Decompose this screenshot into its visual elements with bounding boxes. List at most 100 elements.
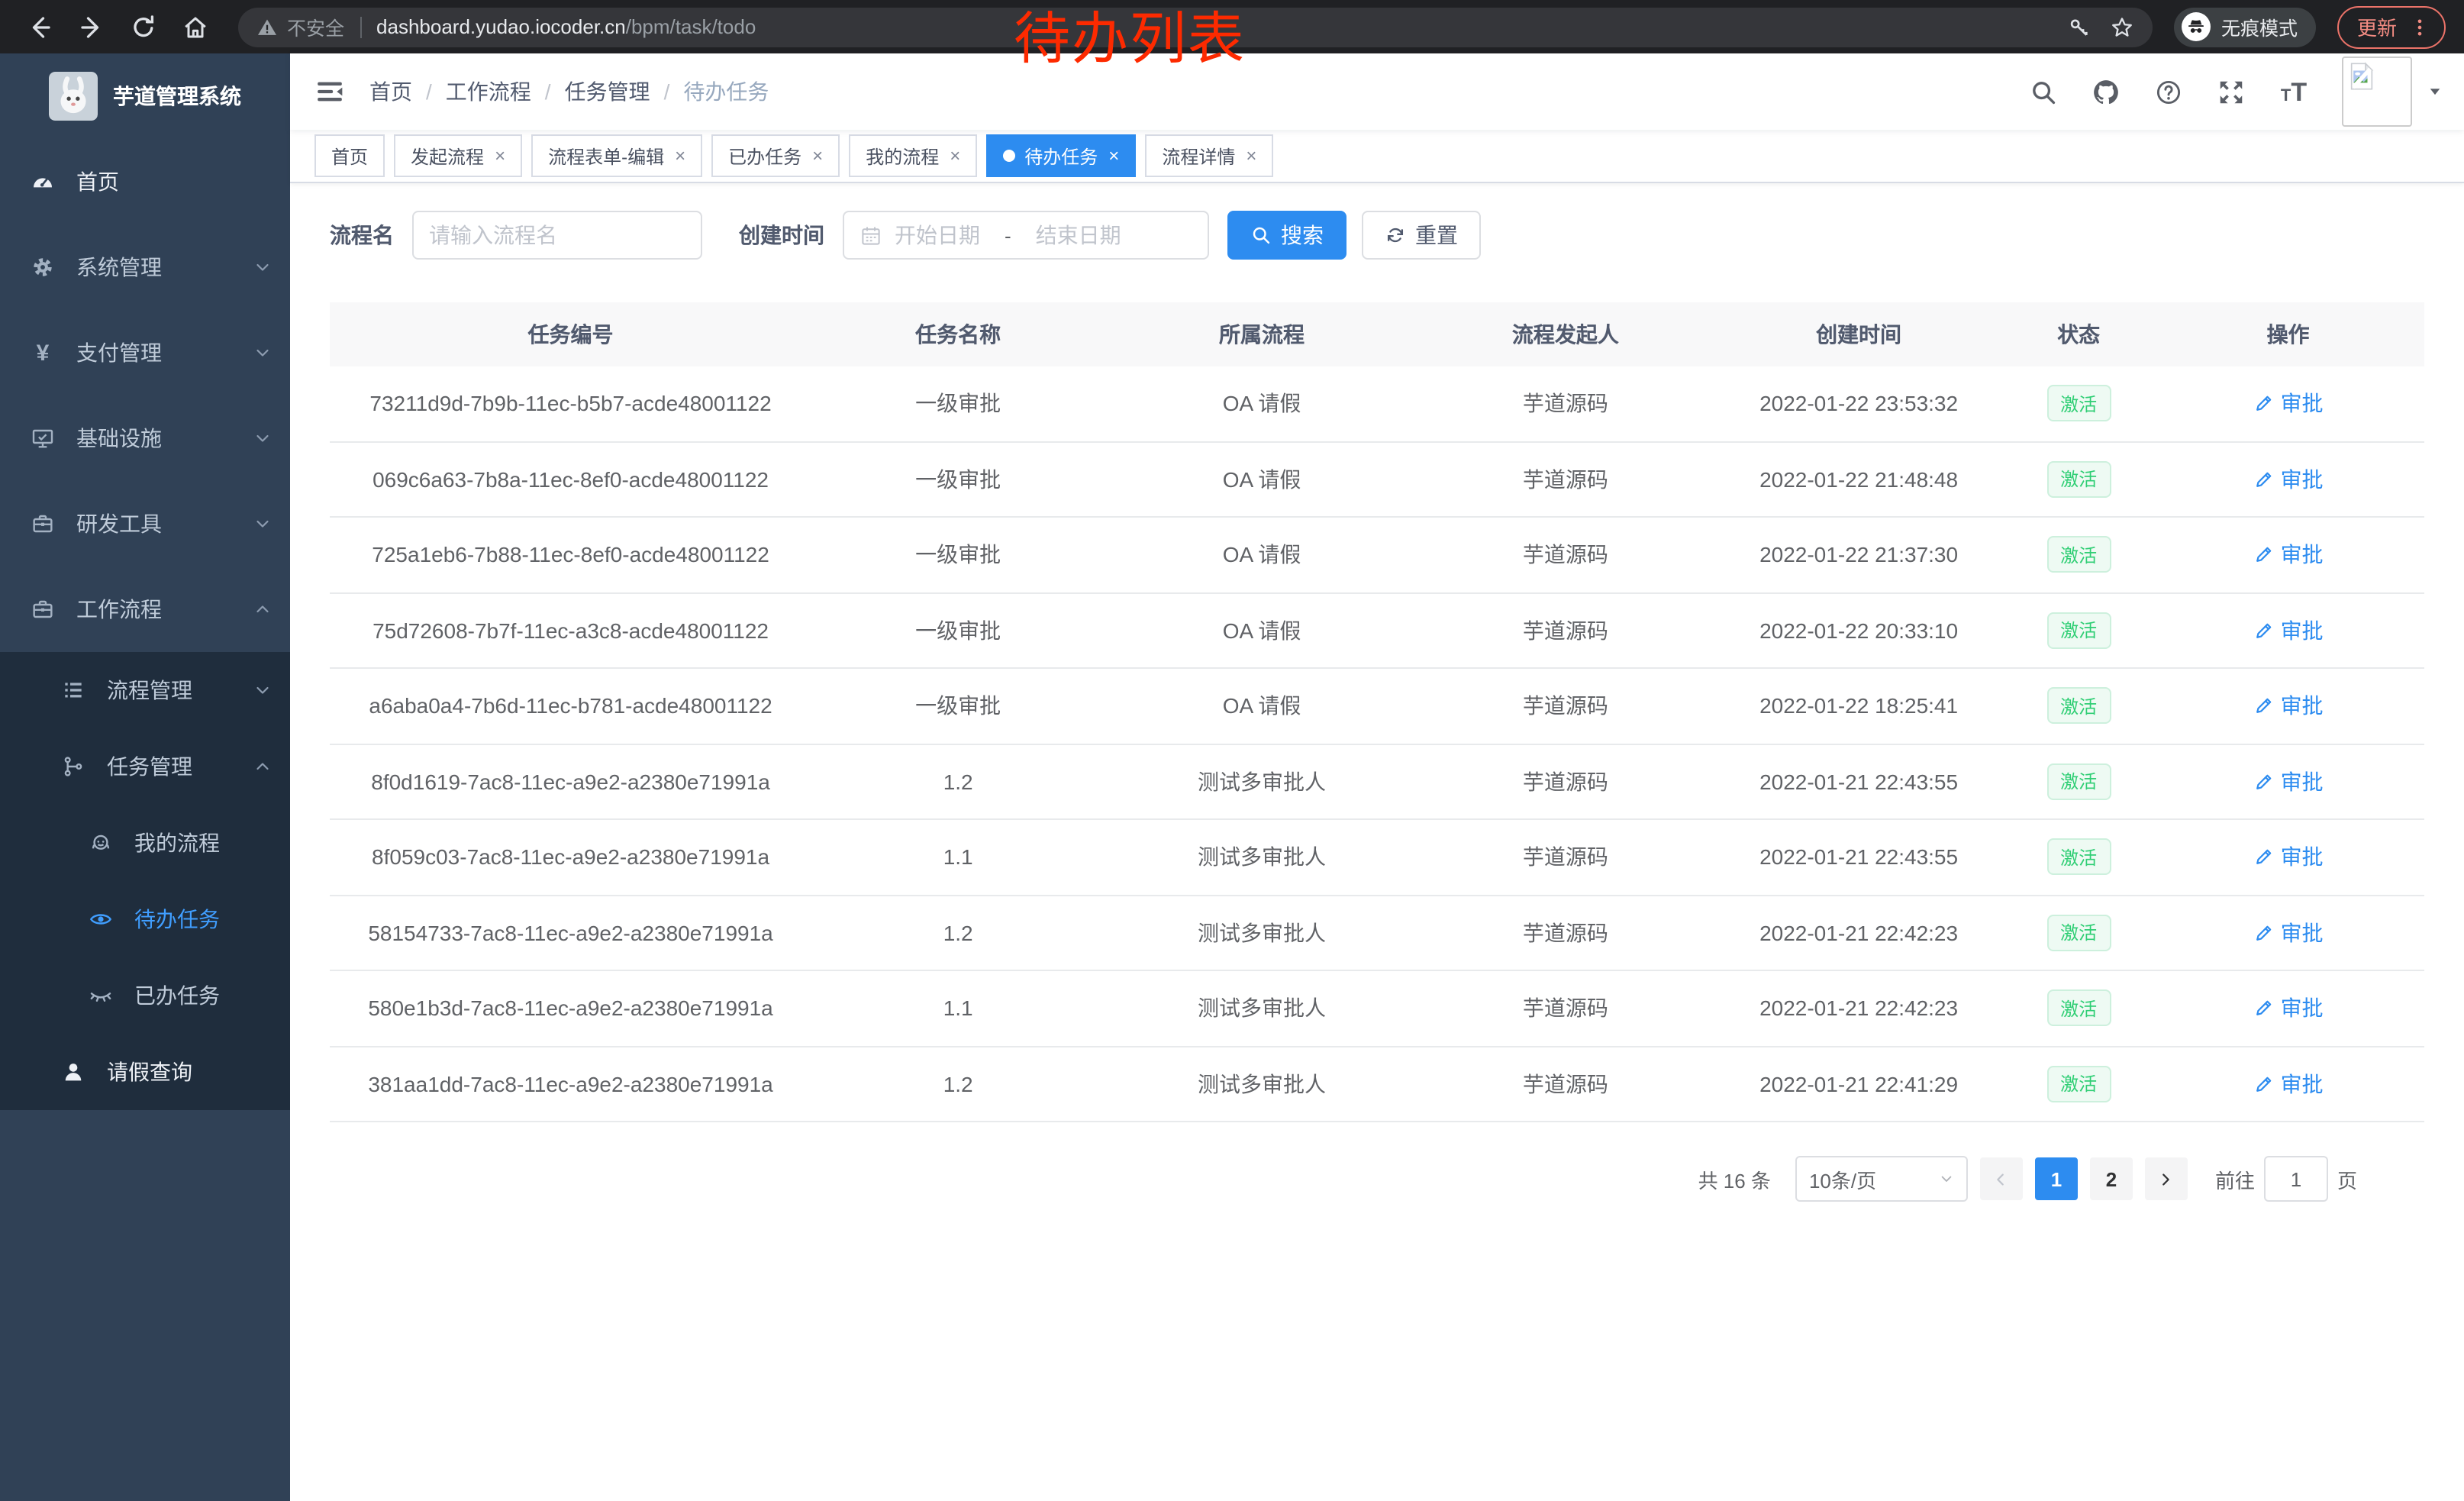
sidebar-item-system-management[interactable]: 系统管理 [0,224,290,310]
sidebar-item-infrastructure[interactable]: 基础设施 [0,395,290,481]
process-name-input[interactable]: 请输入流程名 [412,211,702,260]
fullscreen-icon[interactable] [2217,77,2246,106]
sidebar-item-todo-tasks[interactable]: 待办任务 [0,881,290,957]
key-icon[interactable] [2067,15,2091,39]
security-label[interactable]: 不安全 [287,12,344,41]
approve-link[interactable]: 审批 [2253,389,2324,419]
approve-link[interactable]: 审批 [2253,842,2324,873]
tab-label: 流程表单-编辑 [548,143,664,169]
url-text[interactable]: dashboard.yudao.iocoder.cn/bpm/task/todo [376,15,756,38]
fontsize-icon[interactable]: TT [2279,77,2308,106]
tab-todo-tasks[interactable]: 待办任务 × [986,134,1136,177]
table-row: 580e1b3d-7ac8-11ec-a9e2-a2380e71991a1.1测… [330,970,2424,1045]
close-icon[interactable]: × [495,147,505,165]
sidebar-item-label: 首页 [76,166,119,197]
search-icon[interactable] [2029,77,2058,106]
hamburger-icon[interactable] [314,76,345,107]
sidebar-item-leave-query[interactable]: 请假查询 [0,1034,290,1110]
page-size-value: 10条/页 [1809,1164,1876,1193]
tab-label: 待办任务 [1024,143,1098,169]
sidebar-item-process-management[interactable]: 流程管理 [0,652,290,728]
cell-starter: 芋道源码 [1419,842,1712,873]
cell-status: 激活 [2005,990,2152,1027]
sidebar-logo[interactable]: 芋道管理系统 [0,53,290,139]
cell-starter: 芋道源码 [1419,767,1712,797]
more-vertical-icon[interactable] [2409,16,2430,37]
sidebar-item-label: 支付管理 [76,337,162,368]
sidebar-item-my-process[interactable]: 我的流程 [0,805,290,881]
approve-link[interactable]: 审批 [2253,464,2324,495]
breadcrumb-item[interactable]: 任务管理 [565,76,650,107]
tab-label: 已办任务 [728,143,801,169]
close-icon[interactable]: × [950,147,960,165]
briefcase-icon [31,512,55,536]
close-icon[interactable]: × [812,147,823,165]
tab-done-tasks[interactable]: 已办任务 × [711,134,840,177]
approve-link[interactable]: 审批 [2253,540,2324,570]
cell-starter: 芋道源码 [1419,540,1712,570]
approve-link[interactable]: 审批 [2253,767,2324,797]
tab-process-detail[interactable]: 流程详情× [1145,134,1273,177]
page-button-1[interactable]: 1 [2035,1157,2078,1200]
column-header: 创建时间 [1712,319,2005,350]
breadcrumb-item[interactable]: 首页 [369,76,412,107]
next-page-button[interactable] [2145,1157,2188,1200]
cell-status: 激活 [2005,461,2152,498]
reset-button[interactable]: 重置 [1362,211,1481,260]
sidebar-item-payment-management[interactable]: ¥支付管理 [0,310,290,395]
home-icon[interactable] [182,13,209,40]
close-icon[interactable]: × [675,147,685,165]
cell-create-time: 2022-01-22 18:25:41 [1712,694,2005,718]
search-button[interactable]: 搜索 [1227,211,1346,260]
cell-process: OA 请假 [1105,389,1419,419]
breadcrumb-item[interactable]: 工作流程 [446,76,531,107]
sidebar-item-label: 请假查询 [107,1057,192,1087]
forward-icon[interactable] [78,13,105,40]
edit-icon [2253,847,2275,868]
sidebar-item-done-tasks[interactable]: 已办任务 [0,957,290,1034]
address-divider [360,16,361,37]
page-size-select[interactable]: 10条/页 [1795,1156,1968,1202]
date-range-input[interactable]: 开始日期 - 结束日期 [843,211,1209,260]
chevron-down-icon [253,681,272,699]
sidebar-item-dev-tools[interactable]: 研发工具 [0,481,290,567]
cell-task-name: 一级审批 [811,464,1105,495]
tab-my-process[interactable]: 我的流程× [849,134,977,177]
tab-start-process[interactable]: 发起流程× [394,134,522,177]
chevron-up-icon [253,600,272,618]
sidebar-item-task-management[interactable]: 任务管理 [0,728,290,805]
approve-link[interactable]: 审批 [2253,993,2324,1024]
tab-form-edit[interactable]: 流程表单-编辑 × [531,134,702,177]
sidebar-item-home[interactable]: 首页 [0,139,290,224]
avatar[interactable] [2342,56,2412,127]
address-bar[interactable]: 不安全 dashboard.yudao.iocoder.cn/bpm/task/… [238,7,2153,47]
status-badge: 激活 [2046,612,2111,649]
back-icon[interactable] [26,13,53,40]
search-icon [1250,224,1272,246]
page-button-2[interactable]: 2 [2090,1157,2133,1200]
sidebar-item-workflow[interactable]: 工作流程 [0,567,290,652]
chevron-down-icon [1939,1171,1954,1186]
close-icon[interactable]: × [1108,147,1119,165]
approve-link[interactable]: 审批 [2253,1069,2324,1099]
cell-status: 激活 [2005,839,2152,876]
question-icon[interactable] [2154,77,2183,106]
status-badge: 激活 [2046,839,2111,876]
prev-page-button[interactable] [1980,1157,2023,1200]
table-row: 73211d9d-7b9b-11ec-b5b7-acde48001122一级审批… [330,366,2424,441]
approve-link[interactable]: 审批 [2253,615,2324,646]
approve-link[interactable]: 审批 [2253,691,2324,721]
goto-page-input[interactable]: 1 [2264,1156,2328,1202]
user-menu[interactable] [2342,56,2443,127]
update-button[interactable]: 更新 [2337,5,2446,48]
caret-down-icon[interactable] [2427,84,2443,99]
incognito-badge: 无痕模式 [2174,7,2316,47]
close-icon[interactable]: × [1246,147,1256,165]
star-icon[interactable] [2110,15,2134,39]
reload-icon[interactable] [130,13,157,40]
cell-action: 审批 [2152,1069,2424,1099]
edit-icon [2253,922,2275,944]
github-icon[interactable] [2091,77,2121,106]
approve-link[interactable]: 审批 [2253,918,2324,948]
tab-home[interactable]: 首页 [314,134,385,177]
